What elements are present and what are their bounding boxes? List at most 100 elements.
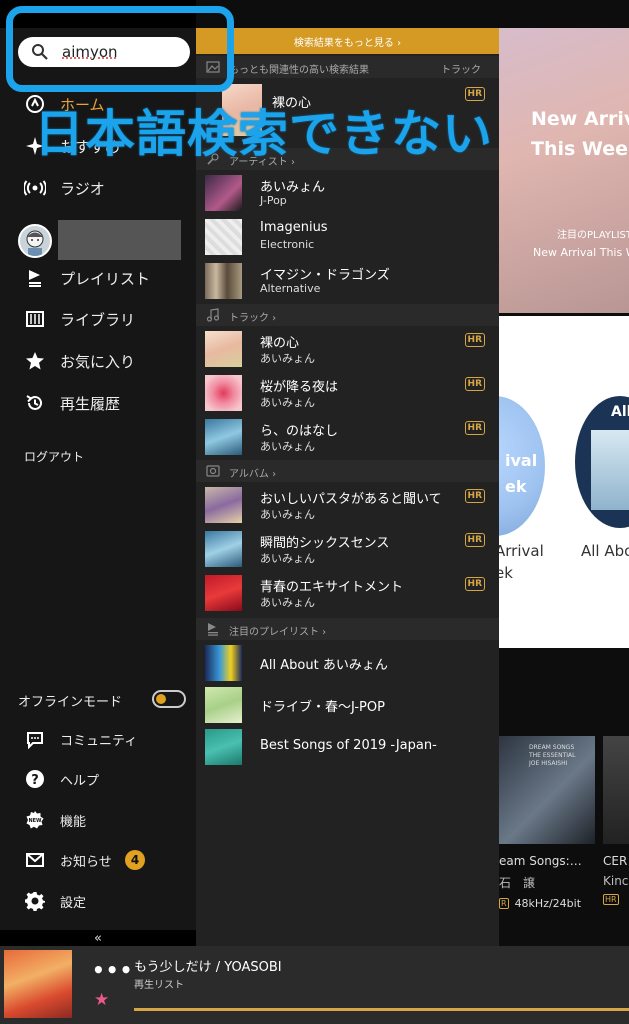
progress-bar[interactable] [134, 1008, 629, 1011]
hr-badge-icon: HR [464, 377, 485, 391]
help-icon: ? [24, 768, 46, 790]
home-icon [24, 93, 46, 115]
album-item[interactable]: 瞬間的シックスセンス あいみょん HR [196, 528, 499, 570]
hr-badge-icon: HR [464, 421, 485, 435]
playlist-item[interactable]: All About あいみょん [196, 642, 499, 684]
progress-fill [134, 1008, 629, 1011]
playlist-item[interactable]: ドライブ・春〜J-POP [196, 684, 499, 726]
section-header-artists: アーティスト › [196, 148, 499, 170]
hr-badge-icon: HR [603, 894, 619, 905]
more-options-icon[interactable]: ••• [92, 958, 133, 982]
sidebar-item-label: 再生履歴 [60, 394, 121, 413]
sidebar-item-label: お気に入り [60, 352, 136, 371]
gear-icon [24, 890, 46, 912]
artist-item[interactable]: Imagenius Electronic [196, 216, 499, 258]
community-icon [24, 728, 46, 750]
new-arrival-banner[interactable]: New Arriv This Wee 注目のPLAYLIST New Arriva… [499, 28, 629, 313]
user-account-row[interactable] [0, 220, 196, 260]
artist-item[interactable]: あいみょん J-Pop [196, 172, 499, 214]
playlist-label: All Abo [581, 542, 629, 560]
sidebar-item-radio[interactable]: ラジオ [0, 170, 196, 206]
sidebar: ホーム おすすめ ラジオ プレイリスト ライブラリ お気に入り 再生履歴 ログア… [0, 0, 196, 946]
featured-playlists-panel: ivalek All Arrival ek All Abo [499, 316, 629, 648]
playlist-circle-new-arrival[interactable]: ival ek [499, 396, 545, 536]
album-item[interactable]: 青春のエキサイトメント あいみょん HR [196, 572, 499, 614]
sidebar-item-community[interactable]: コミュニティ [0, 721, 196, 757]
banner-subtitle: 注目のPLAYLIST [557, 230, 629, 241]
sidebar-item-label: ホーム [60, 95, 105, 114]
album-cover: DREAM SONGS THE ESSENTIAL JOE HISAISHI [499, 736, 595, 844]
new-icon: NEW [24, 809, 46, 831]
offline-mode-toggle[interactable] [152, 690, 186, 708]
album-thumbnail [205, 575, 242, 611]
playlist-item[interactable]: Best Songs of 2019 -Japan- [196, 726, 499, 768]
search-box[interactable] [18, 37, 190, 67]
sidebar-item-label: ヘルプ [60, 773, 100, 789]
section-header-albums: アルバム › [196, 460, 499, 482]
top-result-item[interactable]: 裸の心 HR [196, 82, 499, 142]
sidebar-item-favorites[interactable]: お気に入り [0, 343, 196, 379]
history-icon [24, 392, 46, 414]
album-artist: 石 譲 [499, 876, 536, 890]
hr-badge-icon: HR [464, 87, 485, 101]
album-card[interactable]: DREAM SONGS THE ESSENTIAL JOE HISAISHI eam… [499, 736, 595, 916]
album-card[interactable]: CER Kinc HR [603, 736, 629, 916]
sidebar-item-label: プレイリスト [60, 269, 151, 288]
library-icon [24, 308, 46, 330]
album-quality: HR [603, 894, 629, 905]
favorite-star-icon[interactable]: ★ [94, 990, 109, 1010]
track-item[interactable]: 桜が降る夜は あいみょん HR [196, 372, 499, 414]
album-item[interactable]: おいしいパスタがあると聞いて あいみょん HR [196, 484, 499, 526]
collapse-sidebar-button[interactable]: « [0, 930, 196, 946]
now-playing-source: 再生リスト [134, 980, 184, 991]
track-thumbnail [205, 375, 242, 411]
more-results-link[interactable]: 検索結果をもっと見る › [196, 28, 499, 54]
playlist-thumbnail [205, 645, 242, 681]
album-cover [603, 736, 629, 844]
artist-thumbnail [205, 219, 242, 255]
sidebar-item-label: ライブラリ [60, 310, 136, 329]
playlist-icon [24, 267, 46, 289]
album-artist: Kinc [603, 874, 629, 888]
image-icon [206, 61, 220, 73]
search-input[interactable] [62, 41, 182, 63]
sidebar-item-help[interactable]: ? ヘルプ [0, 761, 196, 797]
sidebar-item-history[interactable]: 再生履歴 [0, 385, 196, 421]
artist-thumbnail [205, 175, 242, 211]
microphone-icon [207, 153, 219, 165]
sidebar-item-home[interactable]: ホーム [0, 86, 196, 122]
now-playing-title: もう少しだけ / YOASOBI [134, 960, 282, 975]
hr-badge-icon: HR [464, 533, 485, 547]
now-playing-artwork[interactable] [4, 950, 72, 1018]
section-header-top-result: もっとも関連性の高い検索結果 トラック [196, 56, 499, 78]
track-thumbnail [205, 419, 242, 455]
hr-badge-icon: HR [464, 577, 485, 591]
track-item[interactable]: ら、のはなし あいみょん HR [196, 416, 499, 458]
banner-caption: New Arrival This W [533, 246, 629, 259]
track-item[interactable]: 裸の心 あいみょん HR [196, 328, 499, 370]
artist-item[interactable]: イマジン・ドラゴンズ Alternative [196, 260, 499, 302]
track-thumbnail [205, 331, 242, 367]
sidebar-item-settings[interactable]: 設定 [0, 883, 196, 919]
album-quality: R 48kHz/24bit [499, 897, 582, 910]
search-results-dropdown: 検索結果をもっと見る › もっとも関連性の高い検索結果 トラック 裸の心 HR … [196, 28, 499, 946]
section-header-tracks: トラック › [196, 304, 499, 326]
logout-link[interactable]: ログアウト [24, 448, 84, 465]
svg-text:?: ? [31, 773, 39, 788]
sidebar-item-playlist[interactable]: プレイリスト [0, 260, 196, 296]
album-thumbnail [205, 487, 242, 523]
sidebar-item-notices[interactable]: お知らせ 4 [0, 842, 196, 878]
background-content: New Arriv This Wee 注目のPLAYLIST New Arriva… [499, 28, 629, 946]
mail-icon [24, 849, 46, 871]
sidebar-item-features[interactable]: NEW 機能 [0, 802, 196, 838]
hr-badge-icon: R [499, 898, 509, 909]
sidebar-item-recommended[interactable]: おすすめ [0, 128, 196, 164]
playlist-thumbnail [205, 729, 242, 765]
playlist-circle-all-about[interactable]: All [575, 396, 629, 528]
search-icon [32, 44, 48, 60]
sidebar-item-library[interactable]: ライブラリ [0, 301, 196, 337]
album-name: eam Songs:… [499, 854, 582, 868]
track-thumbnail [222, 84, 262, 136]
playlist-icon [208, 623, 218, 636]
album-icon [206, 465, 220, 477]
